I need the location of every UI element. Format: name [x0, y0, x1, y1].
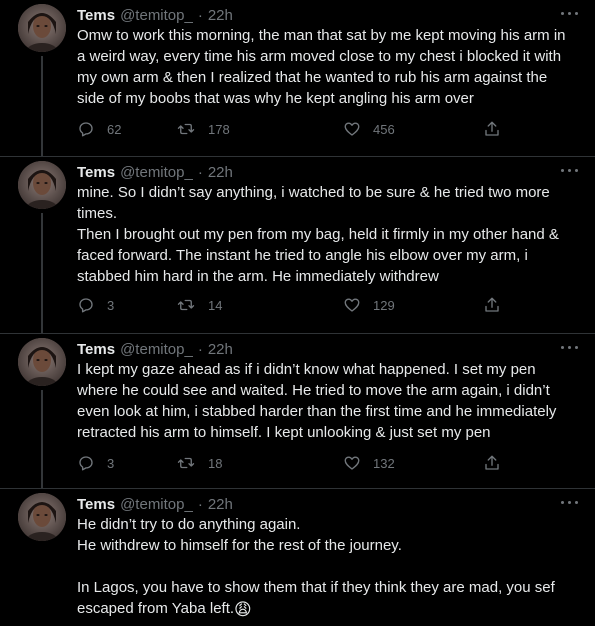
avatar-photo	[18, 338, 66, 386]
tweet-text: He didn’t try to do anything again. He w…	[77, 514, 567, 619]
tweet-thread: Tems @temitop_ · 22h Omw to work this mo…	[0, 0, 595, 626]
like-icon	[344, 298, 360, 312]
tweet-header: Tems @temitop_ · 22h	[77, 162, 233, 182]
retweet-button[interactable]: 178	[176, 118, 230, 140]
tweet[interactable]: Tems @temitop_ · 22h Omw to work this mo…	[0, 0, 595, 157]
timestamp[interactable]: 22h	[208, 164, 233, 181]
thread-connector	[41, 213, 43, 334]
action-bar: 3 14 129	[77, 294, 507, 316]
retweet-button[interactable]: 18	[176, 452, 222, 474]
avatar-photo	[18, 161, 66, 209]
avatar[interactable]	[18, 4, 66, 52]
retweet-icon	[177, 123, 195, 135]
reply-count: 62	[107, 121, 122, 137]
retweet-icon	[177, 457, 195, 469]
reply-count: 3	[107, 297, 115, 313]
reply-count: 3	[107, 455, 115, 471]
thread-connector	[41, 56, 43, 157]
retweet-icon	[177, 299, 195, 311]
avatar[interactable]	[18, 338, 66, 386]
reply-icon	[79, 456, 93, 471]
timestamp[interactable]: 22h	[208, 341, 233, 358]
separator-dot: ·	[197, 340, 203, 358]
author-handle[interactable]: @temitop_	[120, 341, 193, 358]
author-handle[interactable]: @temitop_	[120, 164, 193, 181]
share-button[interactable]	[483, 294, 501, 316]
share-icon	[485, 121, 499, 136]
more-icon[interactable]	[561, 8, 579, 18]
share-icon	[485, 297, 499, 312]
like-button[interactable]: 132	[343, 452, 395, 474]
avatar[interactable]	[18, 161, 66, 209]
author-name[interactable]: Tems	[77, 496, 115, 513]
like-count: 132	[373, 455, 395, 471]
tweet-text: mine. So I didn’t say anything, i watche…	[77, 184, 559, 285]
like-count: 456	[373, 121, 395, 137]
thread-connector	[41, 390, 43, 489]
author-handle[interactable]: @temitop_	[120, 496, 193, 513]
weary-face-emoji: 😩	[234, 600, 252, 619]
author-name[interactable]: Tems	[77, 164, 115, 181]
reply-button[interactable]: 62	[77, 118, 121, 140]
separator-dot: ·	[197, 495, 203, 513]
timestamp[interactable]: 22h	[208, 496, 233, 513]
tweet-text: Omw to work this morning, the man that s…	[77, 27, 570, 107]
avatar-photo	[18, 493, 66, 541]
reply-button[interactable]: 3	[77, 452, 114, 474]
retweet-count: 178	[208, 121, 230, 137]
tweet-text-content: He didn’t try to do anything again. He w…	[77, 516, 555, 617]
author-name[interactable]: Tems	[77, 341, 115, 358]
avatar[interactable]	[18, 493, 66, 541]
reply-icon	[79, 298, 93, 313]
tweet-header: Tems @temitop_ · 22h	[77, 5, 233, 25]
like-button[interactable]: 129	[343, 294, 395, 316]
avatar-photo	[18, 4, 66, 52]
retweet-count: 18	[208, 455, 223, 471]
retweet-count: 14	[208, 297, 223, 313]
retweet-button[interactable]: 14	[176, 294, 222, 316]
tweet[interactable]: Tems @temitop_ · 22h mine. So I didn’t s…	[0, 157, 595, 334]
share-button[interactable]	[483, 118, 501, 140]
action-bar: 3 18 132	[77, 452, 507, 474]
separator-dot: ·	[197, 163, 203, 181]
tweet-text: I kept my gaze ahead as if i didn’t know…	[77, 361, 561, 441]
like-button[interactable]: 456	[343, 118, 395, 140]
more-icon[interactable]	[561, 342, 579, 352]
like-icon	[344, 456, 360, 470]
author-handle[interactable]: @temitop_	[120, 7, 193, 24]
like-icon	[344, 122, 360, 136]
separator-dot: ·	[197, 6, 203, 24]
more-icon[interactable]	[561, 165, 579, 175]
timestamp[interactable]: 22h	[208, 7, 233, 24]
more-icon[interactable]	[561, 497, 579, 507]
share-icon	[485, 455, 499, 470]
author-name[interactable]: Tems	[77, 7, 115, 24]
action-bar: 62 178 456	[77, 118, 507, 140]
reply-button[interactable]: 3	[77, 294, 114, 316]
share-button[interactable]	[483, 452, 501, 474]
tweet[interactable]: Tems @temitop_ · 22h He didn’t try to do…	[0, 489, 595, 626]
tweet-header: Tems @temitop_ · 22h	[77, 494, 233, 514]
like-count: 129	[373, 297, 395, 313]
tweet-header: Tems @temitop_ · 22h	[77, 339, 233, 359]
reply-icon	[79, 122, 93, 137]
tweet[interactable]: Tems @temitop_ · 22h I kept my gaze ahea…	[0, 334, 595, 489]
